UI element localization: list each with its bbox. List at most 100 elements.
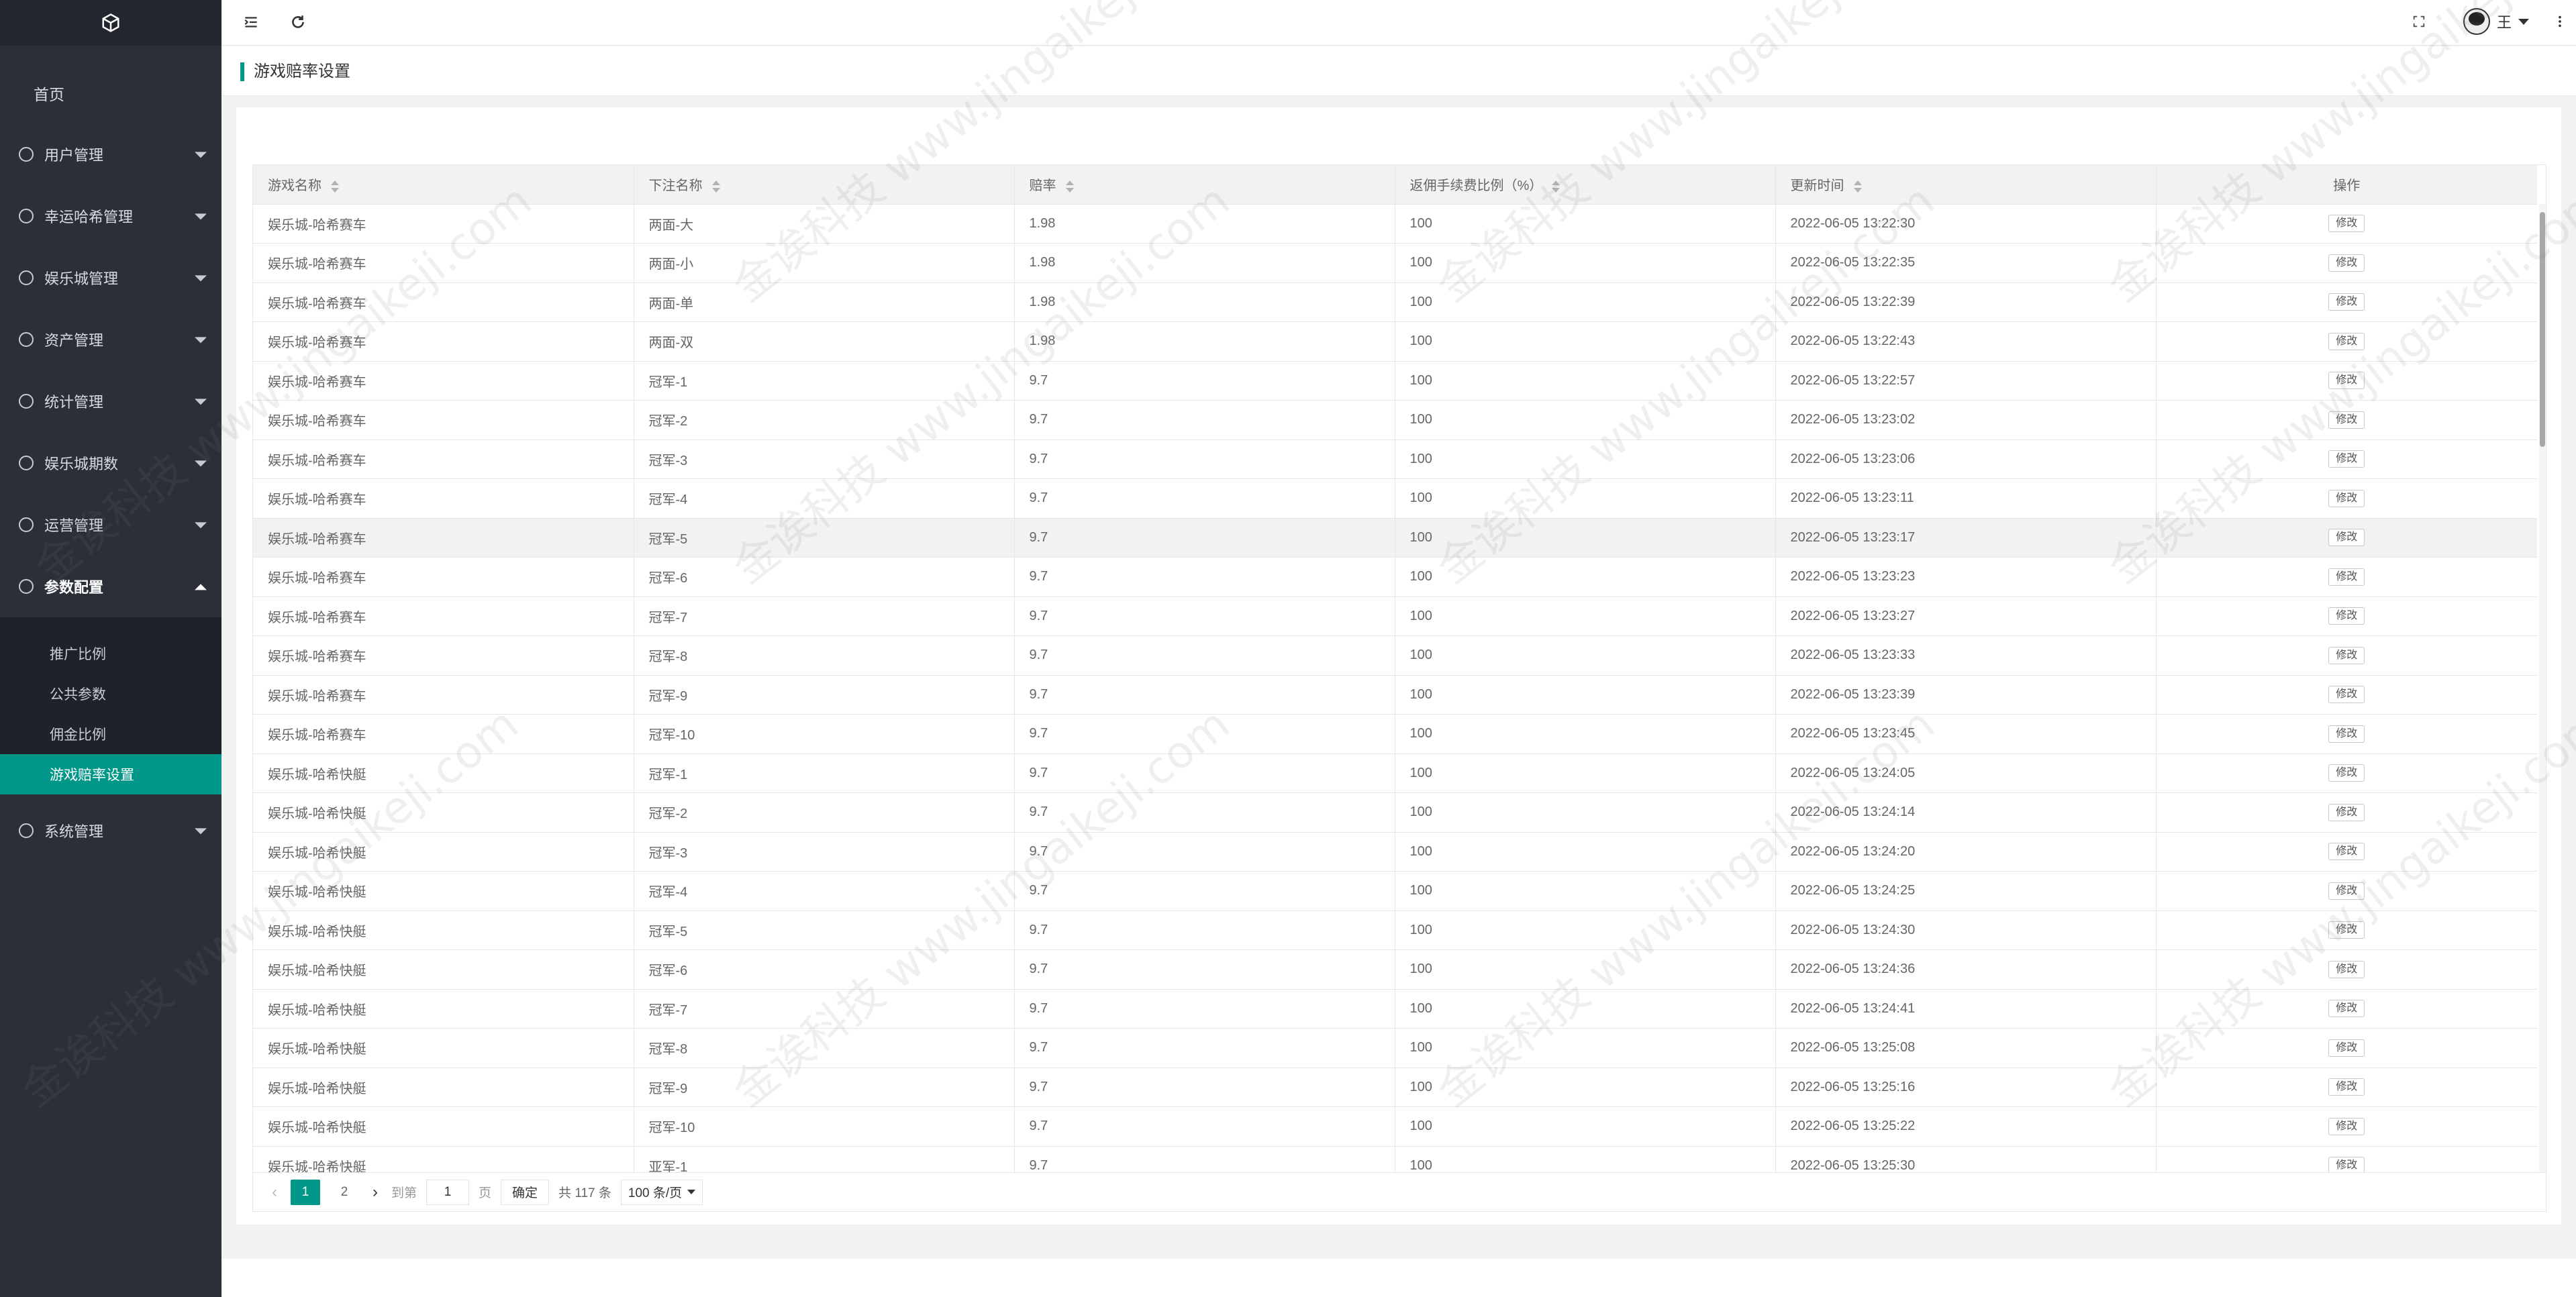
goto-confirm-button[interactable]: 确定 — [501, 1179, 550, 1205]
edit-button[interactable]: 修改 — [2328, 960, 2365, 978]
table-cell: 冠军-3 — [634, 832, 1015, 872]
table-cell: 冠军-7 — [634, 989, 1015, 1029]
column-header[interactable]: 下注名称 — [634, 165, 1015, 205]
edit-button[interactable]: 修改 — [2328, 1157, 2365, 1172]
edit-button[interactable]: 修改 — [2328, 332, 2365, 350]
sidebar-item-home[interactable]: 首页 — [0, 70, 221, 117]
sidebar-item-4[interactable]: 统计管理 — [0, 370, 221, 432]
table-cell: 娱乐城-哈希快艇 — [253, 989, 634, 1029]
column-header[interactable]: 赔率 — [1014, 165, 1395, 205]
edit-button[interactable]: 修改 — [2328, 254, 2365, 272]
edit-button[interactable]: 修改 — [2328, 1039, 2365, 1057]
edit-button[interactable]: 修改 — [2328, 607, 2365, 625]
table-cell: 娱乐城-哈希快艇 — [253, 792, 634, 833]
edit-button[interactable]: 修改 — [2328, 843, 2365, 861]
table-row: 娱乐城-哈希赛车 两面-单 1.98 100 2022-06-05 13:22:39 修改 — [253, 282, 2537, 322]
column-header-label: 更新时间 — [1790, 178, 1844, 194]
sidebar-item-label: 用户管理 — [44, 147, 104, 164]
sort-icon[interactable] — [331, 180, 339, 193]
edit-button[interactable]: 修改 — [2328, 529, 2365, 547]
table-cell: 2022-06-05 13:23:11 — [1775, 478, 2157, 519]
edit-button[interactable]: 修改 — [2328, 882, 2365, 900]
table-cell: 娱乐城-哈希赛车 — [253, 596, 634, 636]
table-cell: 冠军-4 — [634, 478, 1015, 519]
edit-button[interactable]: 修改 — [2328, 1000, 2365, 1018]
action-cell: 修改 — [2156, 478, 2537, 519]
edit-button[interactable]: 修改 — [2328, 489, 2365, 507]
logo[interactable] — [0, 0, 221, 46]
edit-button[interactable]: 修改 — [2328, 646, 2365, 664]
table-cell: 9.7 — [1014, 596, 1395, 636]
chevron-down-icon — [195, 275, 207, 282]
sort-icon[interactable] — [1853, 180, 1862, 193]
column-header[interactable]: 更新时间 — [1775, 165, 2157, 205]
table-cell: 9.7 — [1014, 1146, 1395, 1172]
edit-button[interactable]: 修改 — [2328, 803, 2365, 821]
table-cell: 冠军-6 — [634, 949, 1015, 990]
sidebar-item-6[interactable]: 运营管理 — [0, 494, 221, 556]
action-cell: 修改 — [2156, 400, 2537, 440]
page-button-2[interactable]: 2 — [330, 1180, 359, 1205]
edit-button[interactable]: 修改 — [2328, 921, 2365, 939]
edit-button[interactable]: 修改 — [2328, 568, 2365, 586]
sidebar-item-2[interactable]: 娱乐城管理 — [0, 247, 221, 309]
table-cell: 冠军-1 — [634, 361, 1015, 401]
sidebar-item-label: 参数配置 — [44, 579, 104, 596]
sort-icon[interactable] — [1552, 180, 1561, 193]
scrollbar-thumb[interactable] — [2540, 212, 2545, 447]
edit-button[interactable]: 修改 — [2328, 1117, 2365, 1135]
edit-button[interactable]: 修改 — [2328, 293, 2365, 311]
table-cell: 娱乐城-哈希快艇 — [253, 754, 634, 793]
table-row: 娱乐城-哈希快艇 冠军-10 9.7 100 2022-06-05 13:25:22 修改 — [253, 1106, 2537, 1147]
edit-button[interactable]: 修改 — [2328, 686, 2365, 704]
table-cell: 娱乐城-哈希赛车 — [253, 282, 634, 322]
sidebar-item-3[interactable]: 资产管理 — [0, 309, 221, 370]
edit-button[interactable]: 修改 — [2328, 450, 2365, 468]
sidebar-subitem-2[interactable]: 佣金比例 — [0, 714, 221, 754]
sidebar-subitem-0[interactable]: 推广比例 — [0, 633, 221, 674]
vertical-scrollbar[interactable] — [2539, 204, 2546, 1172]
table-cell: 两面-小 — [634, 243, 1015, 283]
sidebar-item-5[interactable]: 娱乐城期数 — [0, 432, 221, 494]
sidebar-item-system[interactable]: 系统管理 — [0, 800, 221, 862]
table-cell: 娱乐城-哈希赛车 — [253, 204, 634, 244]
table-cell: 100 — [1395, 949, 1776, 990]
page-button-current[interactable]: 1 — [291, 1179, 320, 1205]
sort-icon[interactable] — [1065, 180, 1074, 193]
sidebar-item-label: 首页 — [34, 86, 64, 103]
user-menu[interactable]: 王 — [2463, 8, 2529, 35]
sidebar-item-7[interactable]: 参数配置 — [0, 556, 221, 617]
more-vertical-icon[interactable] — [2550, 13, 2569, 32]
sidebar-subitem-3[interactable]: 游戏赔率设置 — [0, 754, 221, 794]
column-header: 操作 — [2156, 165, 2537, 205]
goto-page-input[interactable]: 1 — [426, 1179, 470, 1205]
edit-button[interactable]: 修改 — [2328, 725, 2365, 743]
menu-collapse-icon[interactable] — [242, 13, 260, 32]
sidebar-item-0[interactable]: 用户管理 — [0, 123, 221, 185]
table-cell: 冠军-10 — [634, 714, 1015, 754]
edit-button[interactable]: 修改 — [2328, 215, 2365, 233]
table-cell: 9.7 — [1014, 635, 1395, 676]
edit-button[interactable]: 修改 — [2328, 372, 2365, 390]
edit-button[interactable]: 修改 — [2328, 764, 2365, 782]
table-cell: 冠军-6 — [634, 557, 1015, 597]
edit-button[interactable]: 修改 — [2328, 1078, 2365, 1096]
fullscreen-icon[interactable] — [2410, 13, 2428, 32]
page-size-select[interactable]: 100 条/页 — [620, 1179, 703, 1205]
table-cell: 娱乐城-哈希赛车 — [253, 478, 634, 519]
next-page-icon[interactable]: › — [368, 1183, 382, 1202]
table-row: 娱乐城-哈希快艇 冠军-7 9.7 100 2022-06-05 13:24:41 修改 — [253, 989, 2537, 1029]
table-cell: 100 — [1395, 243, 1776, 283]
sidebar-subitem-1[interactable]: 公共参数 — [0, 674, 221, 714]
column-header[interactable]: 游戏名称 — [253, 165, 634, 205]
sidebar-item-1[interactable]: 幸运哈希管理 — [0, 185, 221, 247]
column-header[interactable]: 返佣手续费比例（%） — [1395, 165, 1776, 205]
sort-icon[interactable] — [711, 180, 720, 193]
action-cell: 修改 — [2156, 1068, 2537, 1107]
table-cell: 娱乐城-哈希快艇 — [253, 1068, 634, 1107]
refresh-icon[interactable] — [289, 13, 307, 32]
prev-page-icon[interactable]: ‹ — [268, 1183, 281, 1202]
sidebar-item-label: 系统管理 — [44, 823, 104, 840]
page-unit-label: 页 — [479, 1186, 492, 1200]
edit-button[interactable]: 修改 — [2328, 411, 2365, 429]
